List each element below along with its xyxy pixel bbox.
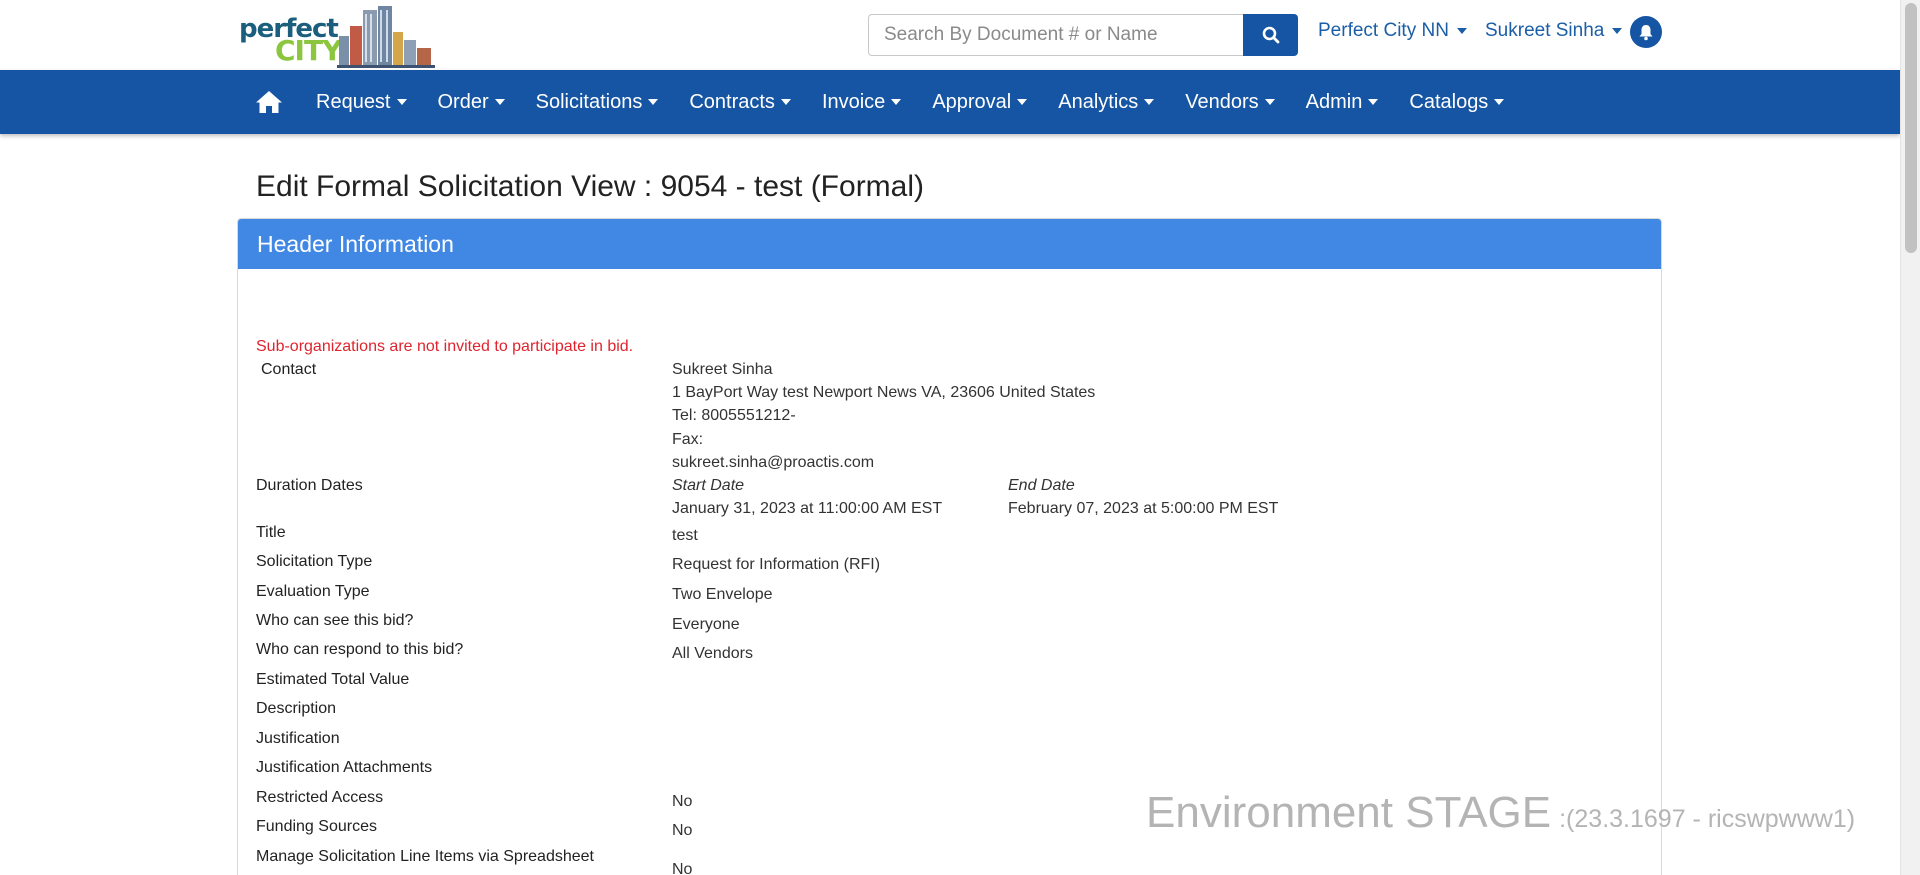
field-value-evaluation-type: Two Envelope: [672, 586, 773, 603]
user-menu-dropdown[interactable]: Sukreet Sinha: [1485, 20, 1623, 42]
page-scrollbar[interactable]: [1900, 0, 1920, 875]
nav-label: Request: [316, 90, 391, 113]
nav-label: Vendors: [1185, 90, 1259, 113]
nav-contracts[interactable]: Contracts: [689, 91, 791, 114]
chevron-down-icon: [1612, 28, 1623, 34]
home-icon: [256, 91, 282, 113]
field-value-who-can-respond: All Vendors: [672, 645, 753, 662]
field-value-solicitation-type: Request for Information (RFI): [672, 556, 881, 573]
panel-header: Header Information: [238, 219, 1661, 269]
panel-header-title: Header Information: [257, 230, 454, 257]
field-value-restricted-access: No: [672, 793, 693, 810]
nav-approval[interactable]: Approval: [932, 90, 1028, 114]
logo-word-city: CITY: [275, 34, 342, 67]
chevron-down-icon: [1144, 99, 1155, 105]
search-button[interactable]: [1243, 14, 1298, 56]
contact-tel: Tel: 8005551212-: [672, 407, 796, 424]
perfect-city-logo[interactable]: perfect CITY: [237, 4, 435, 68]
chevron-down-icon: [494, 99, 505, 105]
field-label-restricted-access: Restricted Access: [256, 789, 384, 806]
scrollbar-thumb[interactable]: [1905, 3, 1917, 253]
start-date-heading: Start Date: [672, 477, 745, 494]
field-value-funding-sources: No: [672, 822, 693, 839]
notifications-button[interactable]: [1630, 16, 1662, 48]
end-date-heading: End Date: [1008, 477, 1075, 494]
main-navbar: Request Order Solicitations Contracts In…: [0, 70, 1900, 134]
duration-dates-label: Duration Dates: [256, 477, 363, 494]
field-label-manage-line-items: Manage Solicitation Line Items via Sprea…: [256, 848, 594, 865]
contact-email: sukreet.sinha@proactis.com: [672, 454, 875, 471]
field-label-who-can-respond: Who can respond to this bid?: [256, 641, 464, 658]
organization-label: Perfect City NN: [1318, 20, 1449, 41]
search-icon: [1262, 26, 1279, 44]
chevron-down-icon: [1264, 99, 1275, 105]
field-value-manage-line-items: No: [672, 861, 693, 875]
contact-address: 1 BayPort Way test Newport News VA, 2360…: [672, 384, 1096, 401]
nav-label: Analytics: [1058, 90, 1139, 113]
environment-watermark: Environment STAGE:(23.3.1697 - ricswpwww…: [1146, 788, 1855, 838]
contact-fax: Fax:: [672, 431, 704, 448]
field-label-justification-attachments: Justification Attachments: [256, 759, 433, 776]
field-label-funding-sources: Funding Sources: [256, 818, 377, 835]
organization-dropdown[interactable]: Perfect City NN: [1318, 20, 1467, 42]
chevron-down-icon: [1368, 99, 1379, 105]
end-date-value: February 07, 2023 at 5:00:00 PM EST: [1008, 500, 1279, 517]
start-date-value: January 31, 2023 at 11:00:00 AM EST: [672, 500, 943, 517]
user-name-label: Sukreet Sinha: [1485, 20, 1605, 41]
nav-label: Order: [437, 90, 489, 113]
nav-solicitations[interactable]: Solicitations: [536, 91, 659, 114]
field-label-title: Title: [256, 524, 286, 541]
nav-label: Contracts: [689, 90, 775, 113]
nav-label: Admin: [1305, 90, 1363, 113]
contact-label: Contact: [261, 361, 317, 378]
nav-label: Catalogs: [1409, 90, 1489, 113]
global-search: [868, 14, 1298, 56]
nav-order[interactable]: Order: [438, 91, 505, 114]
field-value-who-can-see: Everyone: [672, 616, 740, 633]
page-title: Edit Formal Solicitation View : 9054 - t…: [256, 170, 925, 203]
chevron-down-icon: [1017, 99, 1028, 105]
nav-admin[interactable]: Admin: [1306, 91, 1379, 114]
nav-label: Solicitations: [535, 90, 643, 113]
chevron-down-icon: [891, 99, 902, 105]
nav-vendors[interactable]: Vendors: [1185, 90, 1275, 114]
nav-label: Approval: [932, 90, 1012, 113]
chevron-down-icon: [780, 99, 791, 105]
home-button[interactable]: [252, 70, 286, 134]
chevron-down-icon: [396, 99, 407, 105]
field-label-solicitation-type: Solicitation Type: [256, 553, 373, 570]
chevron-down-icon: [648, 99, 659, 105]
chevron-down-icon: [1494, 99, 1505, 105]
main-nav-menu: Request Order Solicitations Contracts In…: [252, 70, 1535, 134]
city-skyline-icon: [337, 6, 435, 68]
field-label-description: Description: [256, 700, 337, 717]
nav-label: Invoice: [821, 90, 886, 113]
nav-request[interactable]: Request: [316, 91, 407, 114]
environment-name: Environment STAGE: [1146, 788, 1552, 837]
header-information-panel: Header Information: [237, 218, 1662, 875]
environment-build: :(23.3.1697 - ricswpwww1): [1559, 805, 1856, 833]
chevron-down-icon: [1456, 28, 1467, 34]
field-value-title: test: [672, 527, 698, 544]
nav-catalogs[interactable]: Catalogs: [1409, 90, 1505, 114]
bell-icon: [1639, 24, 1653, 40]
field-label-who-can-see: Who can see this bid?: [256, 612, 414, 629]
top-bar: perfect CITY Perfect City NN: [0, 0, 1900, 70]
field-label-estimated-total-value: Estimated Total Value: [256, 671, 410, 688]
search-input[interactable]: [868, 14, 1244, 56]
nav-analytics[interactable]: Analytics: [1058, 90, 1155, 114]
contact-name: Sukreet Sinha: [672, 361, 773, 378]
nav-invoice[interactable]: Invoice: [821, 90, 902, 114]
sub-org-warning: Sub-organizations are not invited to par…: [256, 338, 634, 355]
field-label-evaluation-type: Evaluation Type: [256, 583, 370, 600]
field-label-justification: Justification: [256, 730, 340, 747]
